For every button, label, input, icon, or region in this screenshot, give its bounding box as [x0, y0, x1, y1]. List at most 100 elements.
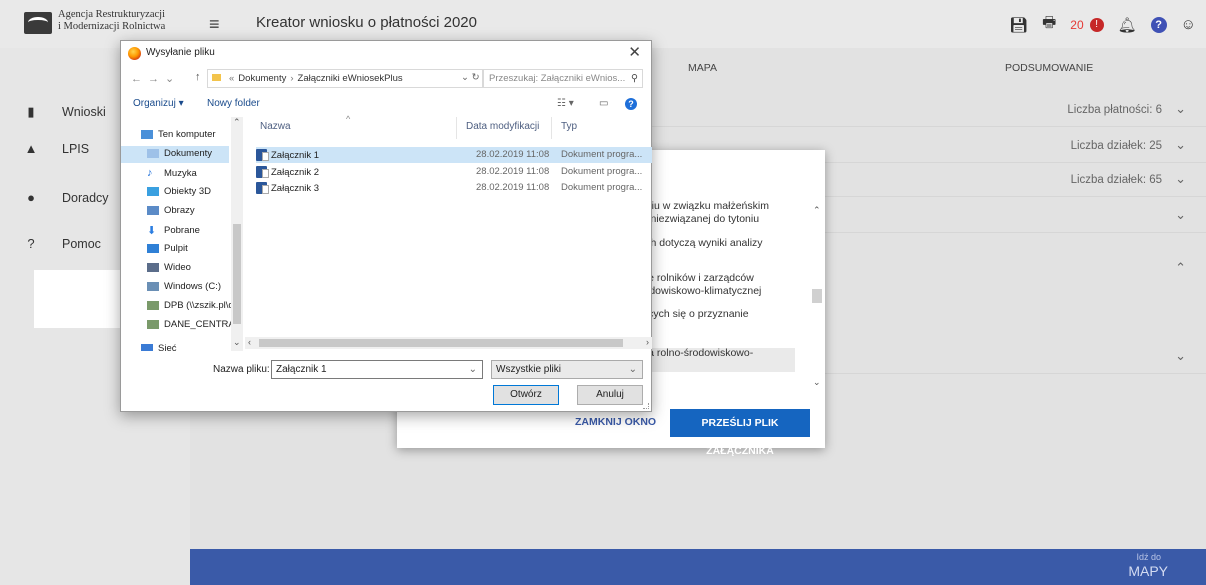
nav-item-pobrane[interactable]: ⬇ Pobrane [147, 224, 200, 237]
scroll-down-icon[interactable]: ⌄ [233, 337, 241, 348]
help-icon[interactable]: ? [1150, 16, 1167, 33]
nav-scrollbar[interactable]: ⌃ ⌄ [231, 117, 243, 351]
chevron-down-icon[interactable]: ⌄ [1175, 137, 1186, 153]
save-icon[interactable]: 💾︎ [1009, 16, 1028, 34]
nav-item-muzyka[interactable]: ♪ Muzyka [147, 167, 197, 179]
list-item[interactable]: ych dotyczą wyniki analizy [640, 237, 763, 249]
list-item[interactable]: pie rolników i zarządców [640, 272, 754, 284]
path-overflow[interactable]: « [229, 73, 234, 84]
nav-item-windows-c[interactable]: Windows (C:) [147, 281, 221, 292]
tab-podsumowanie[interactable]: PODSUMOWANIE [1005, 62, 1093, 74]
view-options-icon[interactable]: ☷ ▾ [557, 98, 574, 109]
column-header-name[interactable]: Nazwa [260, 121, 291, 132]
sidebar-item-label: Wnioski [62, 105, 106, 119]
scroll-up-icon[interactable]: ⌃ [813, 205, 821, 216]
preview-pane-icon[interactable]: ▭ [599, 98, 608, 109]
list-item[interactable]: ci niezwiązanej do tytoniu [640, 213, 759, 225]
column-divider[interactable] [456, 117, 457, 139]
nav-item-dane-central[interactable]: DANE_CENTRAL [147, 319, 240, 330]
column-divider[interactable] [551, 117, 552, 139]
file-row[interactable]: Załącznik 2 28.02.2019 11:08 Dokument pr… [256, 166, 652, 179]
nav-item-siec[interactable]: Sieć [141, 343, 176, 351]
tab-mapa[interactable]: MAPA [688, 62, 717, 74]
breadcrumb-dokumenty[interactable]: Dokumenty [238, 73, 286, 84]
address-bar[interactable]: « Dokumenty › Załączniki eWniosekPlus [207, 69, 483, 88]
organize-menu[interactable]: Organizuj ▾ [133, 98, 184, 109]
bell-icon[interactable]: 🔔︎ [1118, 16, 1137, 34]
scrollbar-thumb[interactable] [812, 289, 822, 303]
organization-name: Agencja Restrukturyzacji i Modernizacji … [58, 9, 165, 33]
help-icon[interactable]: ? [625, 98, 637, 110]
search-input[interactable]: Przeszukaj: Załączniki eWnios... ⚲ [483, 69, 643, 88]
file-name-text: Załącznik 2 [271, 166, 320, 178]
go-to-map-bar[interactable]: Idź do MAPY [190, 549, 1206, 585]
file-type-select[interactable]: Wszystkie pliki ⌄ [491, 360, 643, 379]
menu-icon[interactable]: ≡ [209, 14, 220, 35]
new-folder-button[interactable]: Nowy folder [207, 98, 260, 109]
chevron-down-icon[interactable]: ⌄ [1175, 207, 1186, 223]
chevron-down-icon[interactable]: ⌄ [629, 364, 637, 375]
sidebar-item-pomoc[interactable]: ? Pomoc [24, 236, 101, 251]
chevron-down-icon[interactable]: ⌄ [469, 364, 477, 375]
nav-item-pulpit[interactable]: Pulpit [147, 243, 188, 254]
computer-icon [141, 130, 153, 139]
column-header-type[interactable]: Typ [561, 121, 577, 132]
sidebar-item-doradcy[interactable]: ● Doradcy [24, 190, 108, 205]
alert-icon[interactable]: ! [1089, 17, 1104, 32]
nav-item-dokumenty[interactable]: Dokumenty [147, 148, 212, 159]
file-row[interactable]: Załącznik 1 28.02.2019 11:08 Dokument pr… [256, 147, 652, 163]
back-forward-icons[interactable]: ←→⌄ [131, 72, 180, 85]
scroll-left-icon[interactable]: ‹ [248, 337, 251, 347]
sidebar-item-label: LPIS [62, 141, 90, 156]
close-icon[interactable]: ✕ [628, 43, 641, 61]
scroll-right-icon[interactable]: › [646, 337, 649, 347]
sidebar-item-wnioski[interactable]: ▮ Wnioski [24, 104, 106, 120]
nav-item-dpb[interactable]: DPB (\\zszik.pl\d [147, 300, 234, 311]
nav-item-ten-komputer[interactable]: Ten komputer [141, 129, 216, 140]
nav-item-wideo[interactable]: Wideo [147, 262, 191, 273]
arimr-logo [24, 12, 52, 34]
send-attachment-button[interactable]: PRZEŚLIJ PLIK ZAŁĄCZNIKA [670, 409, 810, 457]
row-summary: Liczba płatności: 6 [1067, 104, 1162, 116]
scroll-up-icon[interactable]: ⌃ [233, 117, 241, 128]
nav-label: Muzyka [164, 167, 197, 179]
file-row[interactable]: Załącznik 3 28.02.2019 11:08 Dokument pr… [256, 182, 652, 195]
chevron-down-icon[interactable]: ⌄ [1175, 171, 1186, 187]
chevron-down-icon[interactable]: ⌄ [1175, 101, 1186, 117]
scroll-down-icon[interactable]: ⌄ [813, 377, 821, 388]
pictures-icon [147, 206, 159, 215]
breadcrumb-zalaczniki[interactable]: Załączniki eWniosekPlus [298, 73, 403, 84]
chevron-up-icon[interactable]: ⌃ [1175, 260, 1186, 276]
file-name: Załącznik 2 [256, 166, 319, 178]
list-item[interactable]: aniu w związku małżeńskim [640, 200, 769, 212]
chevron-down-icon[interactable]: ⌄ [1175, 348, 1186, 364]
scrollbar-thumb[interactable] [233, 224, 241, 324]
file-type: Dokument progra... [561, 166, 643, 177]
list-item[interactable]: rodowiskowo-klimatycznej [640, 285, 761, 297]
nav-item-obrazy[interactable]: Obrazy [147, 205, 195, 216]
print-icon[interactable]: 🖶︎ [1042, 12, 1056, 37]
up-arrow-icon[interactable]: ↑ [195, 71, 201, 83]
cancel-button[interactable]: Anuluj [577, 385, 643, 405]
file-date: 28.02.2019 11:08 [476, 182, 550, 193]
file-list-scrollbar[interactable]: ‹ › [245, 337, 652, 349]
close-window-button[interactable]: ZAMKNIJ OKNO [575, 416, 656, 428]
filename-input[interactable]: Załącznik 1 ⌄ [271, 360, 483, 379]
folder-icon [212, 74, 221, 81]
sidebar-item-lpis[interactable]: ▲ LPIS [24, 141, 90, 156]
nav-item-obiekty-3d[interactable]: Obiekty 3D [147, 186, 211, 197]
refresh-icon[interactable]: ⌄ ↻ [461, 72, 480, 83]
nav-label: Pulpit [164, 243, 188, 254]
page-title: Kreator wniosku o płatności 2020 [256, 14, 477, 31]
notification-count[interactable]: 20 [1070, 18, 1083, 32]
resize-grip-icon[interactable] [643, 403, 649, 409]
video-icon [147, 263, 159, 272]
column-header-date[interactable]: Data modyfikacji [466, 121, 539, 132]
dialog-titlebar: Wysyłanie pliku ✕ [121, 41, 651, 65]
scrollbar-thumb[interactable] [259, 339, 623, 347]
list-item[interactable]: jących się o przyznanie [640, 308, 749, 320]
list-item[interactable]: nia rolno-środowiskowo- [640, 347, 753, 359]
open-button[interactable]: Otwórz [493, 385, 559, 405]
user-icon[interactable]: ☺︎ [1181, 16, 1196, 33]
filename-value: Załącznik 1 [276, 364, 327, 375]
